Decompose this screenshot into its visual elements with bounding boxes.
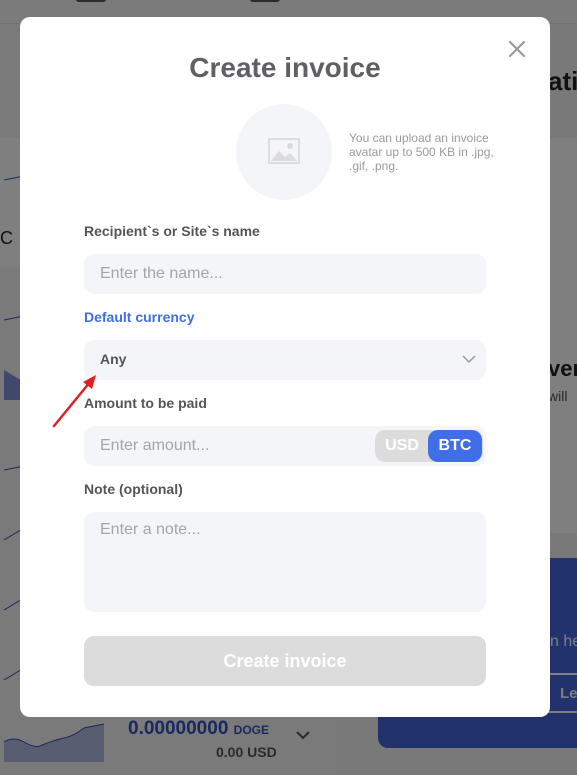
currency-selected-value: Any bbox=[100, 351, 127, 367]
currency-label: Default currency bbox=[84, 309, 195, 325]
currency-select[interactable]: Any bbox=[84, 340, 486, 380]
annotation-arrow bbox=[52, 375, 96, 428]
image-icon bbox=[268, 138, 300, 164]
name-input[interactable] bbox=[84, 254, 486, 294]
currency-unit-toggle: USD BTC bbox=[375, 430, 483, 462]
note-input[interactable] bbox=[84, 512, 486, 612]
name-label: Recipient`s or Site`s name bbox=[84, 223, 260, 239]
chevron-down-icon bbox=[462, 355, 476, 364]
note-label: Note (optional) bbox=[84, 481, 183, 497]
avatar-upload-button[interactable] bbox=[236, 104, 332, 200]
create-invoice-modal: Create invoice You can upload an invoice… bbox=[20, 17, 550, 717]
create-invoice-button[interactable]: Create invoice bbox=[84, 636, 486, 686]
avatar-hint: You can upload an invoice avatar up to 5… bbox=[349, 131, 494, 173]
unit-btc-button[interactable]: BTC bbox=[428, 430, 482, 462]
unit-usd-button[interactable]: USD bbox=[375, 430, 429, 462]
modal-title: Create invoice bbox=[189, 52, 381, 83]
amount-label: Amount to be paid bbox=[84, 395, 207, 411]
